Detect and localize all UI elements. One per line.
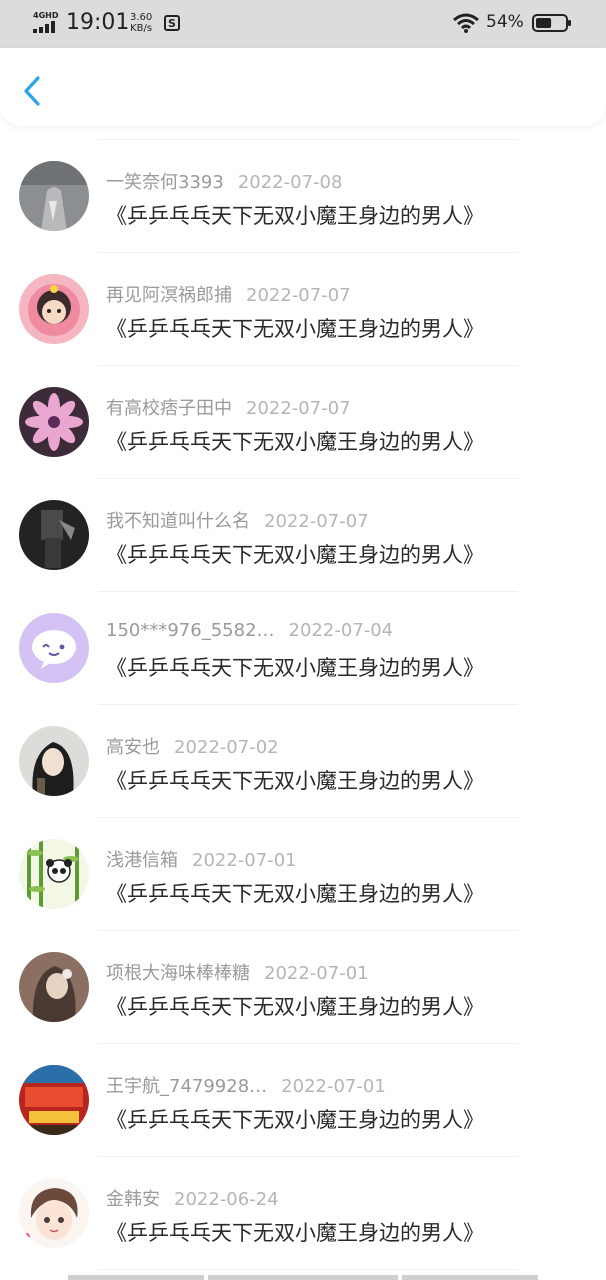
date: 2022-07-01 xyxy=(192,850,297,871)
book-title[interactable]: 《乒乒乓乓天下无双小魔王身边的男人》 xyxy=(106,652,484,682)
username[interactable]: 再见阿溟祸郎捕 xyxy=(106,285,232,306)
item-meta: 浅港信箱 2022-07-01 xyxy=(106,846,297,872)
username[interactable]: 浅港信箱 xyxy=(106,850,178,871)
date: 2022-07-04 xyxy=(288,620,394,641)
date: 2022-06-24 xyxy=(174,1189,279,1210)
item-meta: 王宇航_7479928… 2022-07-01 xyxy=(106,1072,386,1098)
username[interactable]: 项根大海味棒棒糖 xyxy=(106,963,250,984)
book-title[interactable]: 《乒乒乓乓天下无双小魔王身边的男人》 xyxy=(106,1217,484,1247)
date: 2022-07-07 xyxy=(246,398,351,419)
svg-text:S: S xyxy=(168,17,176,30)
header xyxy=(0,48,606,126)
battery-percent: 54% xyxy=(486,12,524,32)
book-title[interactable]: 《乒乒乓乓天下无双小魔王身边的男人》 xyxy=(106,313,484,343)
avatar[interactable] xyxy=(19,726,89,796)
chevron-left-icon[interactable] xyxy=(20,74,48,108)
speed-unit: KB/s xyxy=(130,23,153,34)
network-type: 4GHD xyxy=(33,11,59,20)
username[interactable]: 150***976_5582… xyxy=(106,620,275,641)
avatar[interactable] xyxy=(19,1178,89,1248)
network-speed: 3.60 KB/s xyxy=(130,12,152,34)
book-title[interactable]: 《乒乒乓乓天下无双小魔王身边的男人》 xyxy=(106,200,484,230)
book-title[interactable]: 《乒乒乓乓天下无双小魔王身边的男人》 xyxy=(106,426,484,456)
avatar[interactable] xyxy=(19,952,89,1022)
avatar[interactable] xyxy=(19,161,89,231)
list-item[interactable]: 我不知道叫什么名 2022-07-07 《乒乒乓乓天下无双小魔王身边的男人》 xyxy=(0,479,606,592)
list-item[interactable]: 王宇航_7479928… 2022-07-01 《乒乒乓乓天下无双小魔王身边的男人》 xyxy=(0,1044,606,1157)
list-item[interactable]: 150***976_5582… 2022-07-04 《乒乒乓乓天下无双小魔王身边的… xyxy=(0,592,606,705)
comment-list: 一笑奈何3393 2022-07-08 《乒乒乓乓天下无双小魔王身边的男人》 再见阿溟… xyxy=(0,140,606,1270)
item-meta: 高安也 2022-07-02 xyxy=(106,733,279,759)
list-item[interactable]: 高安也 2022-07-02 《乒乒乓乓天下无双小魔王身边的男人》 xyxy=(0,705,606,818)
list-item[interactable]: 有高校痞子田中 2022-07-07 《乒乒乓乓天下无双小魔王身边的男人》 xyxy=(0,366,606,479)
date: 2022-07-02 xyxy=(174,737,279,758)
date: 2022-07-01 xyxy=(264,963,369,984)
date: 2022-07-08 xyxy=(237,172,343,193)
username[interactable]: 王宇航_7479928… xyxy=(106,1076,267,1097)
item-meta: 再见阿溟祸郎捕 2022-07-07 xyxy=(106,281,351,307)
status-time: 19:01 xyxy=(66,10,130,35)
avatar[interactable] xyxy=(19,1065,89,1135)
book-title[interactable]: 《乒乒乓乓天下无双小魔王身边的男人》 xyxy=(106,991,484,1021)
status-bar: 4GHD 19:01 3.60 KB/s S 54% xyxy=(0,0,606,48)
item-meta: 金韩安 2022-06-24 xyxy=(106,1185,279,1211)
date: 2022-07-07 xyxy=(264,511,369,532)
divider xyxy=(98,1269,518,1270)
username[interactable]: 一笑奈何3393 xyxy=(106,172,224,193)
book-title[interactable]: 《乒乒乓乓天下无双小魔王身边的男人》 xyxy=(106,539,484,569)
date: 2022-07-07 xyxy=(246,285,351,306)
username[interactable]: 高安也 xyxy=(106,737,160,758)
speed-value: 3.60 xyxy=(130,12,153,23)
avatar[interactable] xyxy=(19,613,89,683)
avatar[interactable] xyxy=(19,839,89,909)
item-meta: 我不知道叫什么名 2022-07-07 xyxy=(106,507,369,533)
battery-icon xyxy=(532,14,571,32)
book-title[interactable]: 《乒乒乓乓天下无双小魔王身边的男人》 xyxy=(106,765,484,795)
date: 2022-07-01 xyxy=(281,1076,386,1097)
signal-icon xyxy=(33,21,55,33)
list-item[interactable]: 浅港信箱 2022-07-01 《乒乒乓乓天下无双小魔王身边的男人》 xyxy=(0,818,606,931)
username[interactable]: 我不知道叫什么名 xyxy=(106,511,250,532)
sync-icon: S xyxy=(164,15,180,31)
book-title[interactable]: 《乒乒乓乓天下无双小魔王身边的男人》 xyxy=(106,1104,484,1134)
item-meta: 150***976_5582… 2022-07-04 xyxy=(106,620,393,641)
bottom-bar xyxy=(68,1275,538,1280)
avatar[interactable] xyxy=(19,274,89,344)
list-item[interactable]: 一笑奈何3393 2022-07-08 《乒乒乓乓天下无双小魔王身边的男人》 xyxy=(0,140,606,253)
item-meta: 项根大海味棒棒糖 2022-07-01 xyxy=(106,959,369,985)
list-item[interactable]: 再见阿溟祸郎捕 2022-07-07 《乒乒乓乓天下无双小魔王身边的男人》 xyxy=(0,253,606,366)
avatar[interactable] xyxy=(19,387,89,457)
list-item[interactable]: 项根大海味棒棒糖 2022-07-01 《乒乒乓乓天下无双小魔王身边的男人》 xyxy=(0,931,606,1044)
book-title[interactable]: 《乒乒乓乓天下无双小魔王身边的男人》 xyxy=(106,878,484,908)
wifi-icon xyxy=(453,13,479,33)
item-meta: 一笑奈何3393 2022-07-08 xyxy=(106,168,342,194)
username[interactable]: 有高校痞子田中 xyxy=(106,398,232,419)
list-item[interactable]: 金韩安 2022-06-24 《乒乒乓乓天下无双小魔王身边的男人》 xyxy=(0,1157,606,1270)
item-meta: 有高校痞子田中 2022-07-07 xyxy=(106,394,351,420)
username[interactable]: 金韩安 xyxy=(106,1189,160,1210)
avatar[interactable] xyxy=(19,500,89,570)
